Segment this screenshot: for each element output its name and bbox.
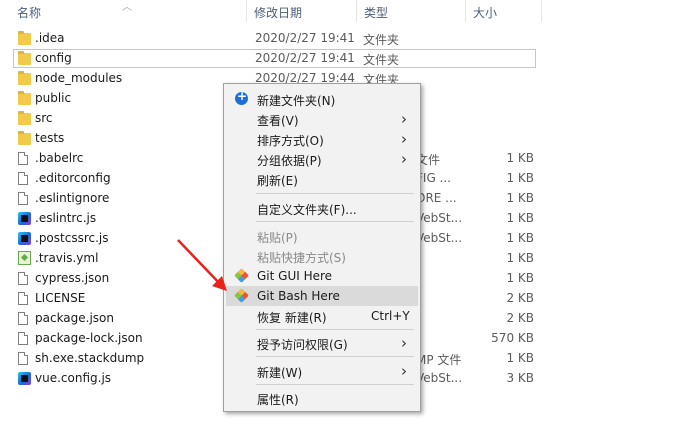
arrow-shaft xyxy=(177,239,223,287)
annotation-arrow-icon xyxy=(177,239,227,291)
